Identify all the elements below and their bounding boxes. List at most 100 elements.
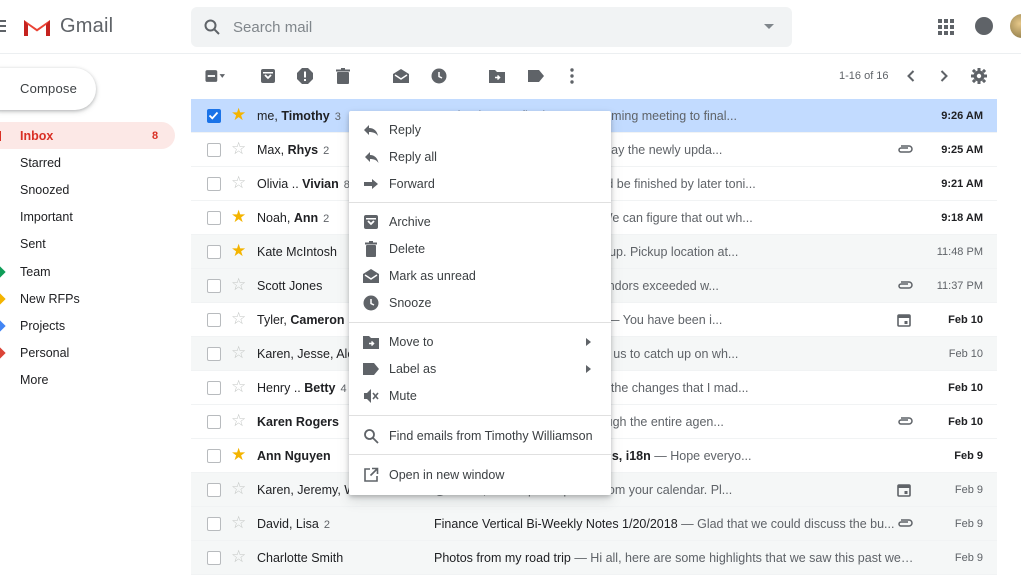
- row-checkbox[interactable]: [207, 211, 221, 225]
- settings-gear-icon[interactable]: [969, 66, 989, 86]
- search-options-dropdown-icon[interactable]: [764, 24, 774, 29]
- star-icon[interactable]: ☆: [231, 310, 246, 328]
- search-bar[interactable]: [191, 7, 792, 47]
- menu-mark-as-unread[interactable]: Mark as unread: [349, 262, 611, 289]
- star-icon[interactable]: ☆: [231, 276, 246, 294]
- sender-names: Tyler,: [257, 313, 291, 327]
- star-icon[interactable]: ☆: [231, 174, 246, 192]
- sender-unread-name: Karen Rogers: [257, 415, 339, 429]
- row-checkbox[interactable]: [207, 279, 221, 293]
- menu-snooze[interactable]: Snooze: [349, 289, 611, 316]
- menu-find-emails-from[interactable]: Find emails from Timothy Williamson: [349, 422, 611, 449]
- email-row[interactable]: ☆ Charlotte Smith Photos from my road trip…: [191, 541, 997, 575]
- gmail-logo[interactable]: Gmail: [22, 15, 113, 38]
- nav-team[interactable]: Team: [0, 258, 175, 285]
- row-checkbox[interactable]: [207, 381, 221, 395]
- archive-icon[interactable]: [258, 66, 278, 86]
- calendar-icon[interactable]: [897, 483, 911, 500]
- label-icon[interactable]: [526, 66, 546, 86]
- star-icon[interactable]: ☆: [231, 140, 246, 158]
- snooze-icon[interactable]: [429, 66, 449, 86]
- row-checkbox[interactable]: [207, 551, 221, 565]
- star-icon[interactable]: ☆: [231, 548, 246, 566]
- star-icon[interactable]: ★: [231, 208, 246, 226]
- older-page-chevron-right-icon[interactable]: [934, 66, 954, 86]
- search-icon[interactable]: [203, 18, 221, 36]
- row-checkbox[interactable]: [207, 347, 221, 361]
- email-row[interactable]: ☆ David, Lisa 2 Finance Vertical Bi-Weekly …: [191, 507, 997, 541]
- email-subject-snippet: Photos from my road trip — Hi all, here …: [434, 551, 914, 565]
- nav-label: New RFPs: [20, 291, 80, 306]
- gmail-m-icon: [24, 19, 50, 36]
- delete-icon: [365, 241, 377, 257]
- paperclip-icon[interactable]: [897, 143, 913, 157]
- more-options-icon[interactable]: [562, 66, 582, 86]
- row-checkbox[interactable]: [207, 517, 221, 531]
- star-icon[interactable]: ☆: [231, 480, 246, 498]
- sender-unread-name: Vivian: [302, 177, 339, 191]
- menu-delete[interactable]: Delete: [349, 235, 611, 262]
- nav-label: Inbox: [20, 128, 54, 143]
- row-checkbox[interactable]: [207, 143, 221, 157]
- notifications-icon[interactable]: [975, 17, 993, 35]
- email-time: Feb 10: [948, 348, 983, 360]
- paperclip-icon[interactable]: [897, 415, 913, 429]
- nav-personal[interactable]: Personal: [0, 340, 175, 367]
- row-checkbox[interactable]: [207, 313, 221, 327]
- delete-icon[interactable]: [333, 66, 353, 86]
- row-checkbox[interactable]: [207, 483, 221, 497]
- row-checkbox[interactable]: [207, 449, 221, 463]
- newer-page-chevron-left-icon[interactable]: [901, 66, 921, 86]
- mark-as-read-icon[interactable]: [391, 66, 411, 86]
- apps-grid-icon[interactable]: [938, 19, 954, 35]
- move-to-icon[interactable]: [487, 66, 507, 86]
- star-icon[interactable]: ☆: [231, 344, 246, 362]
- row-checkbox[interactable]: [207, 177, 221, 191]
- menu-label-as[interactable]: Label as: [349, 355, 611, 382]
- star-icon[interactable]: ★: [231, 446, 246, 464]
- compose-button[interactable]: Compose: [0, 68, 96, 110]
- paperclip-icon[interactable]: [897, 279, 913, 293]
- email-sender: Olivia .. Vivian 8: [257, 177, 350, 191]
- main-menu-icon[interactable]: [0, 20, 6, 32]
- nav-projects[interactable]: Projects: [0, 312, 175, 339]
- paperclip-icon[interactable]: [897, 517, 913, 531]
- nav-inbox[interactable]: Inbox 8: [0, 122, 175, 150]
- menu-reply-all[interactable]: Reply all: [349, 143, 611, 170]
- avatar[interactable]: [1010, 14, 1021, 38]
- row-checkbox[interactable]: [207, 245, 221, 259]
- sidebar-nav: Inbox 8 Starred Snoozed Important Sent Team New…: [0, 122, 175, 394]
- row-checkbox[interactable]: [207, 109, 221, 123]
- row-checkbox[interactable]: [207, 415, 221, 429]
- star-icon[interactable]: ★: [231, 106, 246, 124]
- email-time: Feb 10: [948, 314, 983, 326]
- compose-label: Compose: [20, 81, 78, 96]
- email-time: 9:26 AM: [941, 110, 983, 122]
- email-snippet: — You have been i...: [603, 313, 723, 327]
- star-icon[interactable]: ★: [231, 242, 246, 260]
- nav-new-rfps[interactable]: New RFPs: [0, 285, 175, 312]
- nav-starred[interactable]: Starred: [0, 149, 175, 176]
- nav-more[interactable]: More: [0, 367, 175, 394]
- nav-sent[interactable]: Sent: [0, 231, 175, 258]
- inbox-icon: [0, 130, 1, 141]
- star-icon[interactable]: ☆: [231, 514, 246, 532]
- star-icon[interactable]: ☆: [231, 412, 246, 430]
- search-input[interactable]: [233, 7, 733, 47]
- email-sender: Scott Jones: [257, 279, 322, 293]
- menu-mute[interactable]: Mute: [349, 382, 611, 409]
- star-icon[interactable]: ☆: [231, 378, 246, 396]
- calendar-icon[interactable]: [897, 313, 911, 330]
- nav-important[interactable]: Important: [0, 204, 175, 231]
- nav-label: Important: [20, 210, 73, 225]
- report-spam-icon[interactable]: [295, 66, 315, 86]
- reply-icon: [364, 125, 378, 136]
- menu-move-to[interactable]: Move to: [349, 328, 611, 355]
- menu-forward[interactable]: Forward: [349, 170, 611, 197]
- mail-toolbar: 1-16 of 16: [191, 58, 997, 96]
- menu-reply[interactable]: Reply: [349, 116, 611, 143]
- select-all-checkbox[interactable]: [205, 66, 225, 86]
- menu-archive[interactable]: Archive: [349, 208, 611, 235]
- menu-open-in-new-window[interactable]: Open in new window: [349, 461, 611, 488]
- nav-snoozed[interactable]: Snoozed: [0, 176, 175, 203]
